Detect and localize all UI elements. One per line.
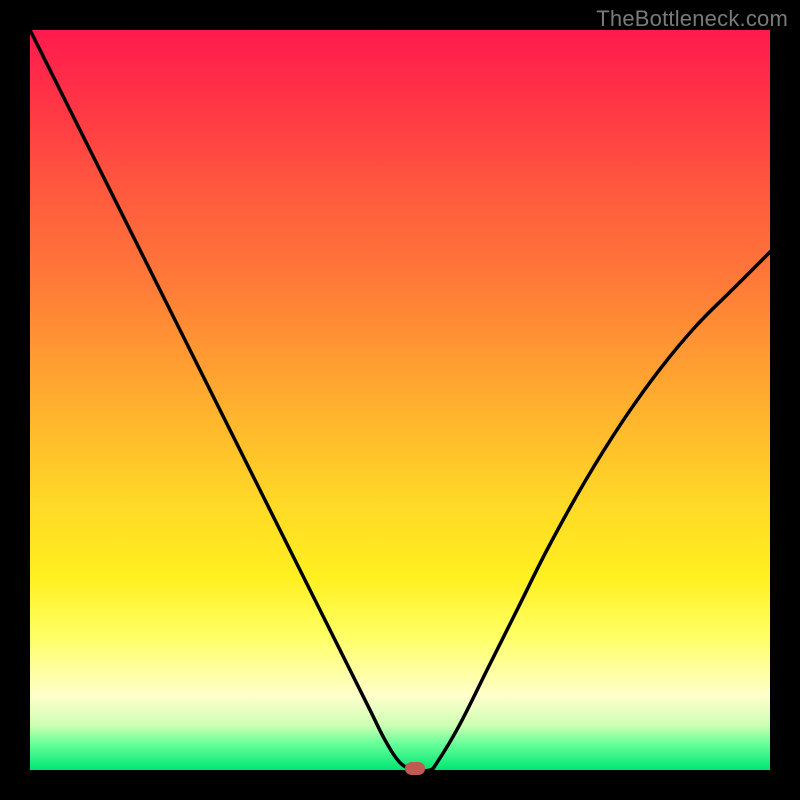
plot-area [30, 30, 770, 770]
chart-frame: TheBottleneck.com [0, 0, 800, 800]
bottleneck-curve [30, 30, 770, 770]
watermark-text: TheBottleneck.com [596, 6, 788, 32]
optimal-point-marker [405, 762, 425, 775]
